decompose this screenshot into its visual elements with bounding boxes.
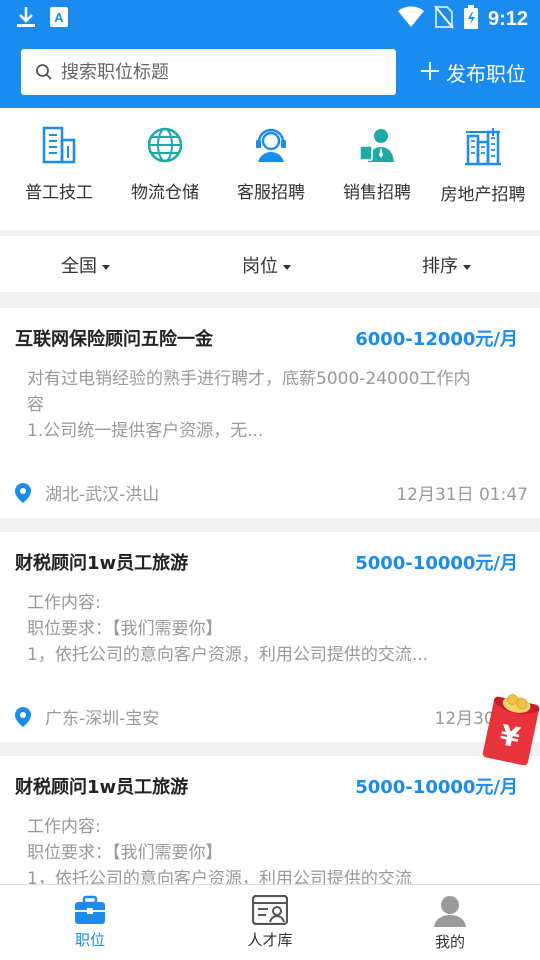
svg-text:A: A (54, 10, 64, 25)
job-salary: 6000-12000元/月 (355, 329, 518, 350)
publish-job-label: 发布职位 (446, 62, 526, 86)
no-sim-icon (434, 5, 454, 33)
job-description: 工作内容: 职位要求：【我们需要你】 1，依托公司的意向客户资源，利用公司提供的… (27, 590, 527, 668)
tab-profile[interactable]: 我的 (400, 895, 500, 952)
job-title: 互联网保险顾问五险一金 (15, 329, 213, 350)
job-location-text: 广东-深圳-宝安 (45, 709, 160, 729)
location-pin-icon (15, 482, 31, 503)
filter-region[interactable]: 全国 (61, 252, 110, 278)
category-logistics[interactable]: 物流仓储 (110, 126, 220, 203)
job-desc-line: 职位要求：【我们需要你】 (27, 619, 223, 639)
headset-agent-icon (256, 128, 286, 162)
job-desc-line: 工作内容: (27, 817, 101, 837)
red-packet-button[interactable]: ¥ (480, 690, 540, 772)
tab-jobs[interactable]: 职位 (40, 895, 140, 950)
search-icon (35, 63, 53, 81)
status-bar: A 9:12 (0, 0, 540, 36)
category-customer-service[interactable]: 客服招聘 (216, 126, 326, 203)
publish-job-button[interactable]: 发布职位 (420, 58, 526, 87)
filter-position[interactable]: 岗位 (242, 252, 291, 278)
battery-icon (463, 5, 478, 33)
job-card[interactable]: 财税顾问1w员工旅游 5000-10000元/月 工作内容: 职位要求：【我们需… (0, 756, 540, 884)
caret-down-icon (102, 264, 110, 270)
location-pin-icon (15, 706, 31, 727)
filter-bar: 全国 岗位 排序 (0, 236, 540, 292)
category-label: 房地产招聘 (440, 185, 526, 205)
job-desc-line: 工作内容: (27, 593, 101, 613)
job-desc-line: 职位要求：【我们需要你】 (27, 843, 223, 863)
caret-down-icon (463, 264, 471, 270)
category-general-workers[interactable]: 普工技工 (4, 126, 114, 203)
job-salary: 5000-10000元/月 (355, 777, 518, 798)
job-description: 对有过电销经验的熟手进行聘才，底薪5000-24000工作内 容 1.公司统一提… (27, 366, 527, 444)
job-desc-line: 容 (27, 395, 44, 415)
plus-icon (420, 61, 440, 84)
category-grid: 普工技工 物流仓储 客服招聘 销售招聘 房地产招聘 (0, 108, 540, 230)
status-time: 9:12 (487, 7, 528, 30)
red-packet-icon: ¥ (482, 694, 540, 766)
job-desc-line: 对有过电销经验的熟手进行聘才，底薪5000-24000工作内 (27, 369, 471, 389)
briefcase-icon (75, 895, 105, 924)
category-label: 销售招聘 (343, 183, 411, 203)
caret-down-icon (283, 264, 291, 270)
a-app-icon: A (50, 7, 68, 31)
job-salary: 5000-10000元/月 (355, 553, 518, 574)
job-card[interactable]: 互联网保险顾问五险一金 6000-12000元/月 对有过电销经验的熟手进行聘才… (0, 308, 540, 518)
category-real-estate[interactable]: 房地产招聘 (428, 126, 538, 205)
job-title: 财税顾问1w员工旅游 (15, 553, 189, 574)
job-list: 互联网保险顾问五险一金 6000-12000元/月 对有过电销经验的熟手进行聘才… (0, 308, 540, 884)
category-sales[interactable]: 销售招聘 (322, 126, 432, 203)
tab-label: 我的 (434, 933, 465, 951)
bottom-tab-bar: 职位 人才库 我的 (0, 884, 540, 960)
download-icon (16, 6, 36, 32)
tab-label: 人才库 (247, 931, 293, 949)
job-location: 广东-深圳-宝安 (15, 704, 159, 729)
job-desc-line: 1，依托公司的意向客户资源，利用公司提供的交流 (27, 869, 412, 884)
job-description: 工作内容: 职位要求：【我们需要你】 1，依托公司的意向客户资源，利用公司提供的… (27, 814, 527, 884)
filter-label: 岗位 (242, 256, 278, 277)
job-location-text: 湖北-武汉-洪山 (45, 485, 160, 505)
job-location: 湖北-武汉-洪山 (15, 480, 159, 505)
search-bar[interactable] (21, 49, 396, 95)
user-icon (434, 896, 466, 927)
filter-sort[interactable]: 排序 (422, 252, 471, 278)
construction-crane-icon (465, 128, 501, 166)
job-desc-line: 1，依托公司的意向客户资源，利用公司提供的交流... (27, 645, 429, 665)
salesperson-icon (359, 129, 394, 162)
category-label: 客服招聘 (237, 183, 305, 203)
category-label: 物流仓储 (131, 183, 199, 203)
factory-building-icon (42, 126, 76, 164)
app-header: 发布职位 (0, 36, 540, 108)
globe-icon (147, 127, 183, 163)
search-input[interactable] (61, 61, 361, 83)
filter-label: 全国 (61, 256, 97, 277)
filter-label: 排序 (422, 256, 458, 277)
tab-talent-pool[interactable]: 人才库 (220, 895, 320, 950)
category-label: 普工技工 (25, 183, 93, 203)
talent-card-icon (252, 895, 288, 925)
job-desc-line: 1.公司统一提供客户资源，无... (27, 421, 264, 441)
job-title: 财税顾问1w员工旅游 (15, 777, 189, 798)
job-date: 12月31日 01:47 (396, 485, 528, 505)
job-card[interactable]: 财税顾问1w员工旅游 5000-10000元/月 工作内容: 职位要求：【我们需… (0, 532, 540, 742)
tab-label: 职位 (74, 931, 105, 949)
wifi-icon (397, 6, 424, 32)
